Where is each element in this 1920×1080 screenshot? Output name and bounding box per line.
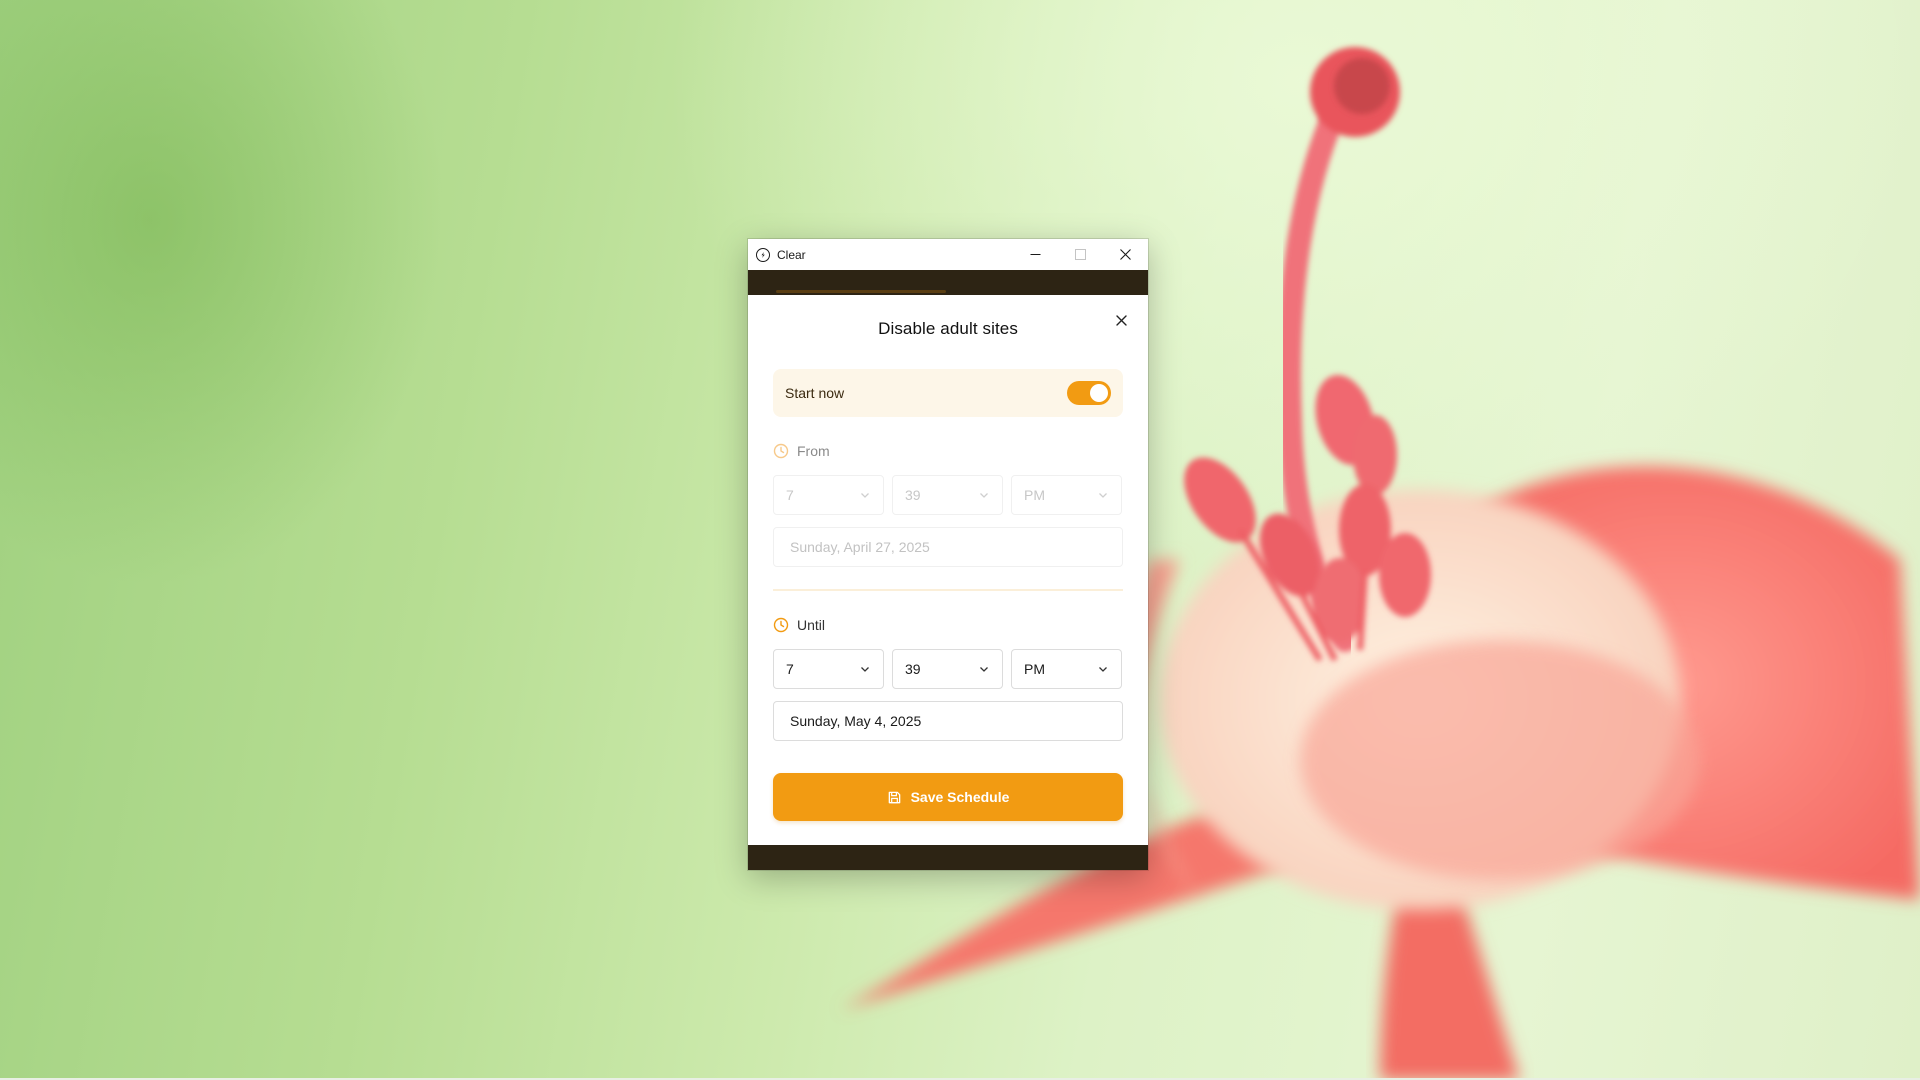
- desktop-wallpaper: Clear Disable adult sites Start now From…: [0, 0, 1920, 1080]
- until-period-value: PM: [1024, 661, 1045, 677]
- until-hour-value: 7: [786, 661, 794, 677]
- clear-app-icon: [756, 247, 770, 262]
- start-now-toggle[interactable]: [1067, 381, 1111, 405]
- chevron-down-icon: [980, 667, 988, 672]
- until-time-row: 7 39 PM: [773, 649, 1123, 689]
- window-title: Clear: [777, 247, 806, 262]
- title-bar[interactable]: Clear: [748, 239, 1148, 270]
- chevron-down-icon: [861, 667, 869, 672]
- from-time-row: 7 39 PM: [773, 475, 1123, 515]
- until-minute-value: 39: [905, 661, 921, 677]
- header-tab-indicator: [776, 290, 946, 293]
- until-period-select[interactable]: PM: [1011, 649, 1122, 689]
- until-label: Until: [797, 617, 826, 633]
- window-controls: [1013, 239, 1148, 270]
- until-date-value: Sunday, May 4, 2025: [790, 713, 922, 729]
- from-hour-select[interactable]: 7: [773, 475, 884, 515]
- from-minute-value: 39: [905, 487, 921, 503]
- from-period-value: PM: [1024, 487, 1045, 503]
- minimize-icon: [1030, 254, 1041, 255]
- from-hour-value: 7: [786, 487, 794, 503]
- schedule-modal: Disable adult sites Start now From 7 39 …: [748, 295, 1148, 821]
- until-date-field[interactable]: Sunday, May 4, 2025: [773, 701, 1123, 741]
- save-schedule-button[interactable]: Save Schedule: [773, 773, 1123, 821]
- until-header: Until: [773, 615, 1123, 635]
- from-header: From: [773, 441, 1123, 461]
- app-footer-band: [748, 845, 1148, 870]
- maximize-icon: [1075, 249, 1086, 260]
- maximize-button[interactable]: [1058, 239, 1103, 270]
- until-hour-select[interactable]: 7: [773, 649, 884, 689]
- clock-icon: [773, 617, 789, 633]
- clock-icon: [773, 443, 789, 459]
- from-period-select[interactable]: PM: [1011, 475, 1122, 515]
- chevron-down-icon: [1099, 667, 1107, 672]
- window-close-button[interactable]: [1103, 239, 1148, 270]
- modal-close-button[interactable]: [1111, 310, 1131, 330]
- section-divider: [773, 589, 1123, 591]
- chevron-down-icon: [980, 493, 988, 498]
- app-header-band: [748, 270, 1148, 295]
- minimize-button[interactable]: [1013, 239, 1058, 270]
- chevron-down-icon: [1099, 493, 1107, 498]
- toggle-knob: [1090, 384, 1108, 402]
- from-date-field[interactable]: Sunday, April 27, 2025: [773, 527, 1123, 567]
- close-icon: [1115, 314, 1127, 326]
- chevron-down-icon: [861, 493, 869, 498]
- save-schedule-label: Save Schedule: [910, 789, 1010, 805]
- from-label: From: [797, 443, 830, 459]
- until-minute-select[interactable]: 39: [892, 649, 1003, 689]
- start-now-row: Start now: [773, 369, 1123, 417]
- app-window: Clear Disable adult sites Start now From…: [748, 239, 1148, 870]
- from-date-value: Sunday, April 27, 2025: [790, 539, 930, 555]
- close-icon: [1120, 249, 1131, 260]
- from-minute-select[interactable]: 39: [892, 475, 1003, 515]
- save-icon: [888, 791, 900, 803]
- start-now-label: Start now: [785, 385, 845, 401]
- modal-title: Disable adult sites: [878, 319, 1018, 338]
